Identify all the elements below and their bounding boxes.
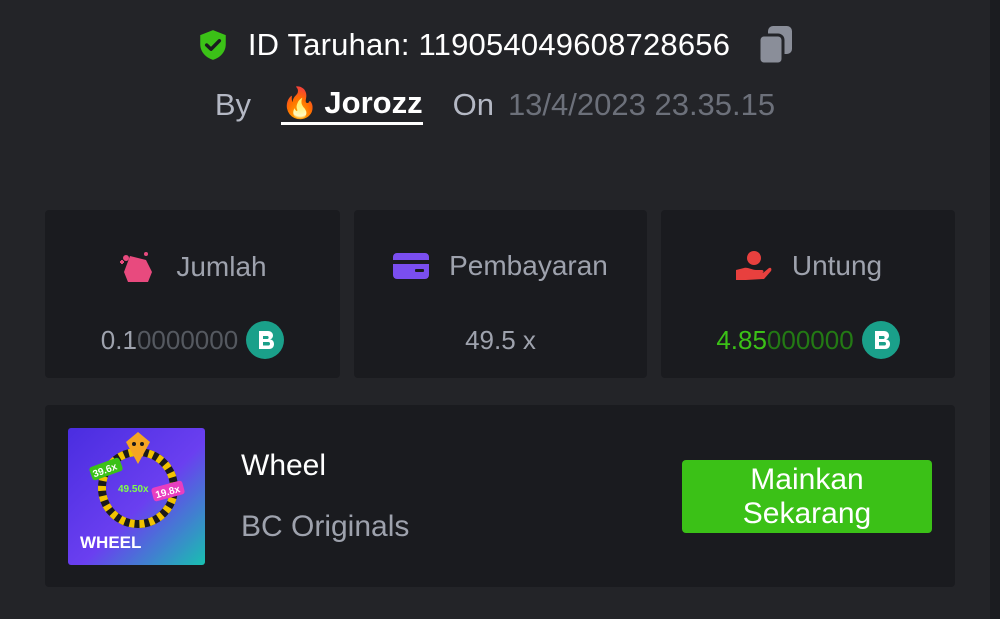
thumbnail-wheel-text: WHEEL bbox=[80, 533, 141, 552]
profit-hand-icon bbox=[735, 251, 772, 280]
copy-icon[interactable] bbox=[756, 24, 794, 66]
verified-shield-icon bbox=[200, 30, 226, 60]
amount-value: 0.1 0000000 bbox=[45, 310, 340, 370]
on-label: On bbox=[452, 87, 494, 122]
bc-coin-icon bbox=[861, 321, 900, 359]
card-icon bbox=[393, 253, 430, 279]
payout-label: Pembayaran bbox=[449, 250, 608, 281]
payout-value: 49.5 x bbox=[465, 324, 536, 355]
amount-card: Jumlah 0.1 0000000 bbox=[45, 210, 340, 378]
wheel-thumbnail-art: 39.6x 49.50x 19.8x WHEEL bbox=[68, 428, 205, 565]
wheel-game-thumbnail[interactable]: 39.6x 49.50x 19.8x WHEEL bbox=[68, 428, 205, 565]
author-row: By 🔥 Jorozz On 13/4/2023 23.35.15 bbox=[0, 82, 990, 128]
profit-card: Untung 4.85 000000 bbox=[661, 210, 955, 378]
thumb-badge-2: 49.50x bbox=[118, 484, 149, 495]
game-title[interactable]: Wheel bbox=[241, 449, 326, 483]
profit-label: Untung bbox=[791, 250, 883, 281]
username[interactable]: Jorozz bbox=[324, 85, 422, 121]
profit-value: 4.85 000000 bbox=[661, 310, 955, 370]
bet-amount-icon bbox=[120, 252, 153, 282]
payout-card: Pembayaran 49.5 x bbox=[354, 210, 647, 378]
bet-datetime: 13/4/2023 23.35.15 bbox=[507, 87, 776, 122]
user-link[interactable]: 🔥 Jorozz bbox=[281, 85, 423, 125]
game-provider: BC Originals bbox=[241, 510, 410, 543]
play-now-button[interactable]: Mainkan Sekarang bbox=[682, 460, 932, 533]
amount-label: Jumlah bbox=[176, 251, 267, 282]
fire-icon: 🔥 bbox=[281, 86, 319, 120]
amount-value-dim: 0000000 bbox=[136, 324, 239, 355]
profit-value-dim: 000000 bbox=[766, 324, 854, 355]
bet-id-row: ID Taruhan: 119054049608728656 bbox=[0, 22, 990, 68]
game-card: 39.6x 49.50x 19.8x WHEEL Wheel BC Origin… bbox=[45, 405, 955, 587]
bc-coin-icon bbox=[246, 321, 285, 359]
scrollbar-track[interactable] bbox=[990, 0, 1000, 619]
amount-value-main: 0.1 bbox=[100, 324, 137, 355]
bet-id-text: ID Taruhan: 119054049608728656 bbox=[247, 27, 731, 62]
by-label: By bbox=[214, 87, 252, 122]
profit-value-main: 4.85 bbox=[716, 324, 767, 355]
